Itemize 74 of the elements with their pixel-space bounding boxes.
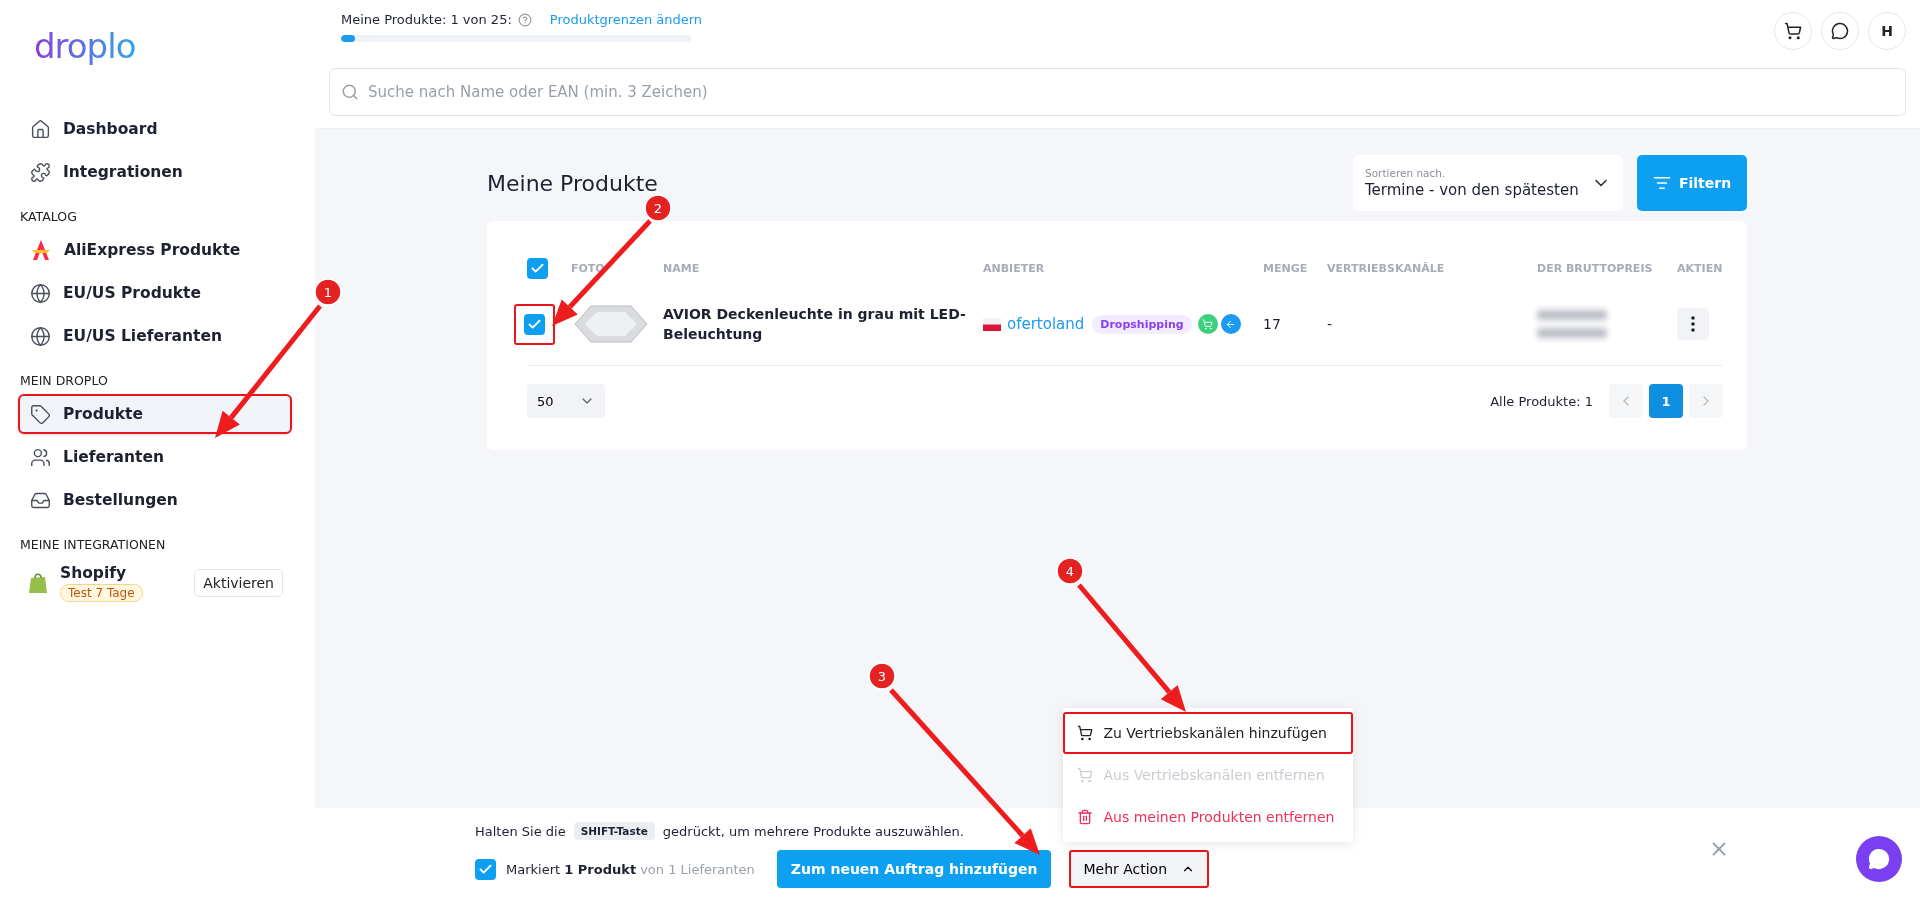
filter-icon [1652,174,1671,192]
product-name[interactable]: AVIOR Deckenleuchte in grau mit LED-Beleuchtung [663,303,983,345]
chat-icon [1831,22,1849,40]
key-label: SHIFT-Taste [573,822,655,840]
nav-item[interactable]: Dashboard [18,109,292,149]
step-number-badge: 2 [644,194,672,222]
step-number-badge: 4 [1056,557,1084,585]
supplier-count-text: von 1 Lieferanten [640,861,755,877]
hint-text: gedrückt, um mehrere Produkte auszuwählen. [662,823,964,839]
cart-icon [1077,725,1094,741]
trash-icon [1077,809,1094,825]
nav-icon [30,118,51,140]
blurred-price [1537,310,1607,338]
nav-item[interactable]: EU/US Lieferanten [18,316,292,356]
aliexpress-logo-icon [30,239,52,261]
select-all-checkbox[interactable] [527,257,548,279]
selection-checkbox[interactable] [475,858,496,880]
nav-item[interactable]: Integrationen [18,152,292,192]
column-header: MENGE [1263,260,1309,277]
arrow-left-status-icon [1220,314,1241,334]
nav-icon [30,161,51,183]
cart-icon [1784,22,1802,40]
more-actions-button[interactable] [1677,308,1709,340]
nav-item[interactable]: AliExpress Produkte [18,230,292,270]
cart-status-icon [1197,314,1218,334]
chat-icon [1868,848,1890,870]
nav-icon [30,446,51,468]
activate-button[interactable]: Aktivieren [194,569,283,597]
step-number-badge: 1 [314,278,342,306]
nav-icon [30,403,51,425]
cart-button[interactable] [1774,12,1812,50]
column-header: VERTRIEBSKANÄLE [1327,260,1446,277]
usage-label: Meine Produkte: 1 von 25: [341,12,512,27]
sort-value: Termine - von den spätesten [1365,181,1579,199]
search-field[interactable]: Suche nach Name oder EAN (min. 3 Zeichen) [329,68,1906,116]
more-action-button[interactable]: Mehr Action [1069,850,1210,888]
section-heading: KATALOG [20,209,78,224]
hint-text: Halten Sie die [475,823,566,839]
nav-item[interactable]: EU/US Produkte [18,273,292,313]
search-icon [341,83,359,101]
menu-item[interactable]: Zu Vertriebskanälen hinzufügen [1063,712,1354,754]
channels-cell-text: - [1327,315,1334,334]
help-icon[interactable] [517,12,532,27]
page-size-select[interactable]: 50 [527,384,605,418]
avatar-button[interactable]: H [1868,12,1906,50]
kebab-icon [1691,316,1695,332]
column-header: AKTIEN [1677,260,1724,277]
section-heading: MEINE INTEGRATIONEN [20,537,167,552]
nav-icon [30,282,51,304]
integration-name: Shopify [60,564,128,582]
chat-bubble-button[interactable] [1856,836,1902,882]
selection-text: Markiert 1 Produkt [506,861,637,877]
chat-button[interactable] [1821,12,1859,50]
column-header: ANBIETER [983,260,1046,277]
section-heading: MEIN DROPLO [20,373,109,388]
flag-icon [983,317,1001,331]
step-number-badge: 3 [868,662,896,690]
shopping-bag-logo-icon [28,572,48,594]
sort-select[interactable]: Sortieren nach. Termine - von den spätesten [1353,155,1623,211]
sort-label: Sortieren nach. [1365,167,1447,179]
page-title: Meine Produkte [487,170,658,196]
total-count: Alle Produkte: 1 [1490,393,1593,409]
dropshipping-tag: Dropshipping [1092,314,1192,334]
quantity-cell-text: 17 [1263,315,1282,334]
nav-item[interactable]: Lieferanten [18,437,292,477]
menu-item[interactable]: Aus meinen Produkten entfernen [1063,796,1354,838]
nav-item[interactable]: Bestellungen [18,480,292,520]
nav-item[interactable]: Produkte [18,394,292,434]
column-header: DER BRUTTOPREIS [1537,260,1654,277]
trial-badge: Test 7 Tage [60,584,143,602]
row-checkbox[interactable] [524,313,545,335]
column-header: NAME [663,260,701,277]
cart-icon [1077,767,1094,783]
nav-icon [30,325,51,347]
